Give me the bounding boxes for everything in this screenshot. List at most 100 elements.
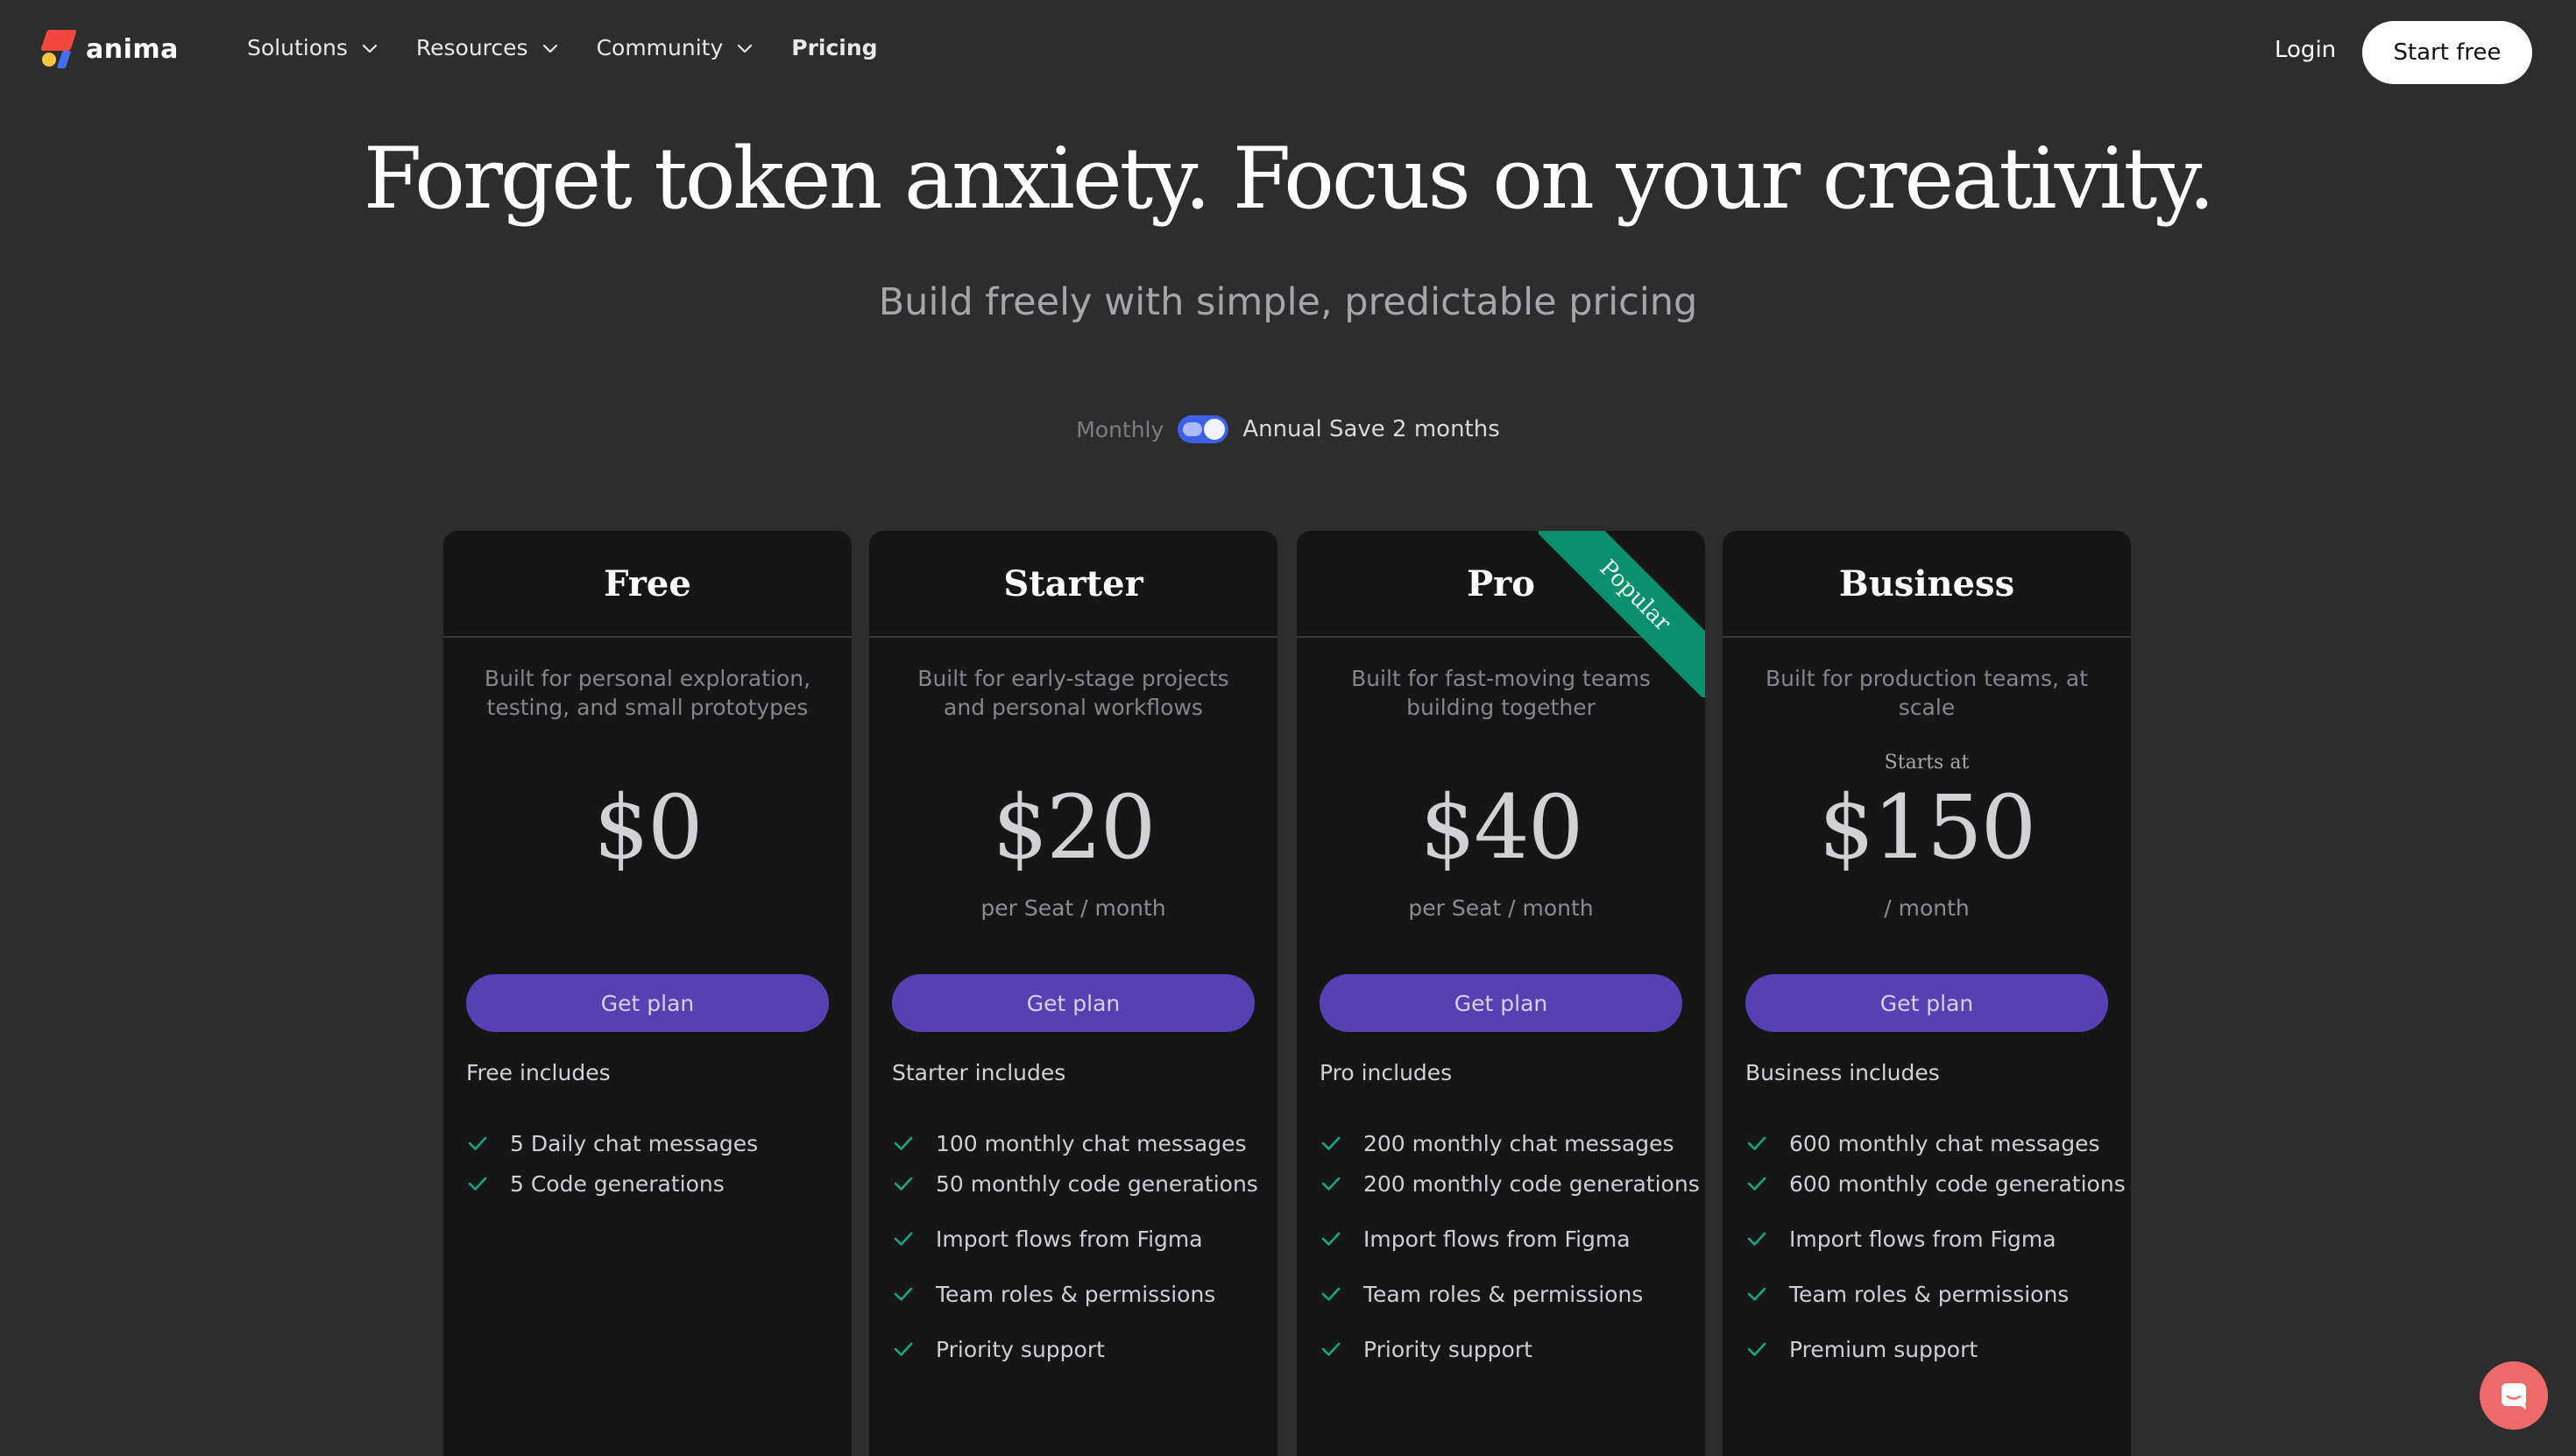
plan-card-pro: Pro Popular Built for fast-moving teams … [1297,531,1705,1456]
check-icon [1321,1136,1341,1150]
feature-label: 5 Code generations [510,1170,725,1197]
check-icon [468,1136,487,1150]
plan-price: $150 [1818,776,2037,879]
plan-price: $40 [1419,776,1584,879]
feature-label: 200 monthly chat messages [1363,1130,1674,1156]
chevron-down-icon [738,44,753,53]
feature-item: Priority support [892,1314,1258,1384]
feature-list: 100 monthly chat messages 50 monthly cod… [892,1123,1258,1384]
anima-logo-icon [40,30,77,68]
plan-period: per Seat / month [980,895,1166,921]
feature-label: Import flows from Figma [1363,1226,1631,1252]
includes-title: Pro includes [1320,1060,1453,1085]
nav-label: Solutions [247,35,348,60]
check-icon [468,1177,487,1191]
feature-label: Priority support [1363,1336,1532,1362]
plan-name: Business [1838,562,2015,604]
get-plan-button[interactable]: Get plan [1320,974,1682,1032]
plan-description: Built for personal exploration, testing,… [484,666,811,720]
popular-badge: Popular [1539,531,1705,697]
check-icon [1747,1136,1766,1150]
nav-resources[interactable]: Resources [416,35,560,60]
plan-period: / month [1884,895,1970,921]
billing-toggle-row: Monthly Annual Save 2 months [0,415,2576,443]
plan-header: Free [443,531,852,638]
feature-item: 5 Code generations [466,1149,758,1219]
nav-solutions[interactable]: Solutions [247,35,379,60]
check-icon [894,1287,913,1301]
chat-icon [2502,1383,2526,1410]
plan-description: Built for early-stage projects and perso… [917,666,1229,720]
check-icon [1321,1342,1341,1356]
plan-card-starter: Starter Built for early-stage projects a… [869,531,1277,1456]
feature-list: 600 monthly chat messages 600 monthly co… [1745,1123,2126,1384]
nav-label: Community [596,35,724,60]
feature-label: 5 Daily chat messages [510,1130,759,1156]
feature-label: Import flows from Figma [936,1226,1203,1252]
nav-label: Resources [415,35,528,60]
logo-text: anima [86,33,179,65]
get-plan-button[interactable]: Get plan [892,974,1255,1032]
check-icon [894,1232,913,1246]
includes-title: Free includes [466,1060,611,1085]
plan-header: Starter [869,531,1277,638]
hero-title: Forget token anxiety. Focus on your crea… [363,130,2215,228]
plan-name: Starter [1003,562,1143,604]
plan-price: $0 [593,776,703,879]
start-free-button[interactable]: Start free [2362,21,2532,84]
nav-label: Pricing [791,35,878,60]
check-icon [1747,1287,1766,1301]
nav-community[interactable]: Community [597,35,755,60]
plan-name: Free [604,562,691,604]
nav-links: Solutions Resources Community Pricing [247,35,915,60]
feature-label: 200 monthly code generations [1363,1170,1700,1197]
feature-list: 200 monthly chat messages 200 monthly co… [1320,1123,1700,1384]
check-icon [1747,1342,1766,1356]
check-icon [1321,1232,1341,1246]
plan-card-business: Business Built for production teams, at … [1723,531,2131,1456]
monthly-label[interactable]: Monthly [1076,417,1164,442]
get-plan-button[interactable]: Get plan [1745,974,2108,1032]
chevron-down-icon [542,44,557,53]
top-nav: anima Solutions Resources Community Pric… [0,0,2576,105]
plan-price: $20 [992,776,1157,879]
check-icon [1321,1177,1341,1191]
feature-item: Priority support [1320,1314,1700,1384]
check-icon [1747,1232,1766,1246]
feature-label: 50 monthly code generations [936,1170,1258,1197]
plan-description: Built for production teams, at scale [1765,666,2089,720]
feature-label: Premium support [1789,1336,1978,1362]
feature-label: Priority support [936,1336,1105,1362]
check-icon [894,1177,913,1191]
plan-name: Pro [1467,562,1535,604]
feature-label: 100 monthly chat messages [936,1130,1247,1156]
nav-pricing[interactable]: Pricing [791,35,877,60]
check-icon [1321,1287,1341,1301]
feature-list: 5 Daily chat messages 5 Code generations [466,1123,758,1219]
popular-ribbon: Popular [1539,531,1705,697]
plan-period: per Seat / month [1408,895,1594,921]
feature-item: Premium support [1745,1314,2126,1384]
plan-header: Business [1723,531,2131,638]
chat-launcher-button[interactable] [2480,1361,2548,1430]
hero-subtitle: Build freely with simple, predictable pr… [878,280,1698,324]
billing-toggle-switch[interactable] [1178,415,1229,443]
login-link[interactable]: Login [2275,37,2336,63]
get-plan-button[interactable]: Get plan [466,974,829,1032]
starts-at-label: Starts at [1884,752,1970,774]
feature-label: 600 monthly code generations [1789,1170,2126,1197]
feature-label: Team roles & permissions [1363,1281,1644,1307]
includes-title: Business includes [1745,1060,1940,1085]
plan-card-free: Free Built for personal exploration, tes… [443,531,852,1456]
feature-label: Team roles & permissions [1789,1281,2070,1307]
chevron-down-icon [362,44,377,53]
feature-label: Team roles & permissions [936,1281,1216,1307]
check-icon [894,1136,913,1150]
anima-logo[interactable]: anima [40,30,179,68]
check-icon [894,1342,913,1356]
toggle-knob [1204,419,1226,440]
check-icon [1747,1177,1766,1191]
feature-label: 600 monthly chat messages [1789,1130,2100,1156]
includes-title: Starter includes [892,1060,1066,1085]
annual-label[interactable]: Annual Save 2 months [1242,416,1499,442]
